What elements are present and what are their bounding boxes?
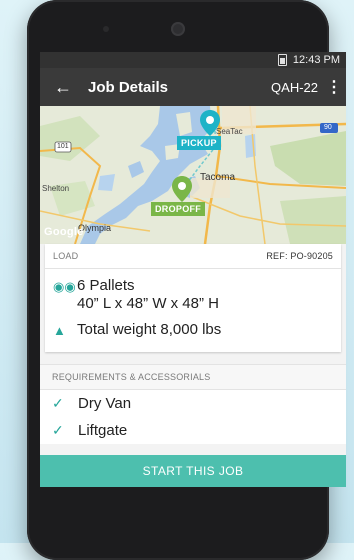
status-bar: 12:43 PM: [40, 52, 346, 68]
dropoff-label: DROPOFF: [151, 202, 206, 216]
weight-icon: ▲: [53, 323, 66, 338]
battery-icon: [277, 54, 287, 66]
load-card-header: LOAD REF: PO-90205: [45, 244, 341, 269]
reference-number: REF: PO-90205: [266, 251, 333, 261]
status-time: 12:43 PM: [292, 54, 340, 66]
pickup-pin-icon[interactable]: [200, 110, 220, 136]
requirement-label: Dry Van: [78, 395, 132, 412]
more-options-icon[interactable]: ⋮: [326, 77, 342, 97]
dropoff-pin-icon[interactable]: [172, 176, 192, 202]
back-arrow-icon[interactable]: ←: [54, 78, 80, 96]
job-code: QAH-22: [271, 79, 318, 95]
page-title: Job Details: [88, 78, 169, 96]
weight-row: ▲ Total weight 8,000 lbs: [45, 313, 341, 339]
total-weight: Total weight 8,000 lbs: [77, 321, 222, 338]
place-shelton: Shelton: [42, 184, 70, 193]
start-job-button[interactable]: START THIS JOB: [40, 455, 346, 487]
pickup-label: PICKUP: [177, 136, 221, 150]
requirements-section: REQUIREMENTS & ACCESSORIALS ✓ Dry Van ✓ …: [40, 364, 346, 444]
pallets-count: 6 Pallets: [77, 277, 135, 294]
hwy-90-label: 90: [324, 124, 332, 131]
load-header: LOAD: [53, 251, 79, 261]
app-bar: ← Job Details QAH-22 ⋮: [40, 68, 346, 106]
check-icon: ✓: [52, 422, 64, 438]
route-map[interactable]: 101 90 SeaTac Tacoma Shelton Olympia PIC…: [40, 106, 346, 244]
pallets-row: ◉◉ 6 Pallets 40” L x 48” W x 48” H: [45, 269, 341, 313]
pallets-icon: ◉◉: [53, 279, 76, 294]
requirement-label: Liftgate: [78, 422, 128, 439]
camera: [103, 26, 109, 32]
requirement-item: ✓ Liftgate: [40, 417, 346, 444]
pallets-dimensions: 40” L x 48” W x 48” H: [77, 295, 219, 312]
hwy-101-label: 101: [57, 143, 69, 150]
requirement-item: ✓ Dry Van: [40, 390, 346, 417]
app-screen: 12:43 PM ← Job Details QAH-22 ⋮ 101 90 S…: [40, 52, 346, 487]
load-card: LOAD REF: PO-90205 ◉◉ 6 Pallets 40” L x …: [45, 244, 341, 352]
place-tacoma: Tacoma: [200, 172, 236, 183]
speaker: [171, 22, 185, 36]
check-icon: ✓: [52, 395, 64, 411]
place-seatac: SeaTac: [216, 127, 243, 136]
requirements-header: REQUIREMENTS & ACCESSORIALS: [40, 364, 346, 390]
google-logo: Google: [44, 226, 84, 238]
